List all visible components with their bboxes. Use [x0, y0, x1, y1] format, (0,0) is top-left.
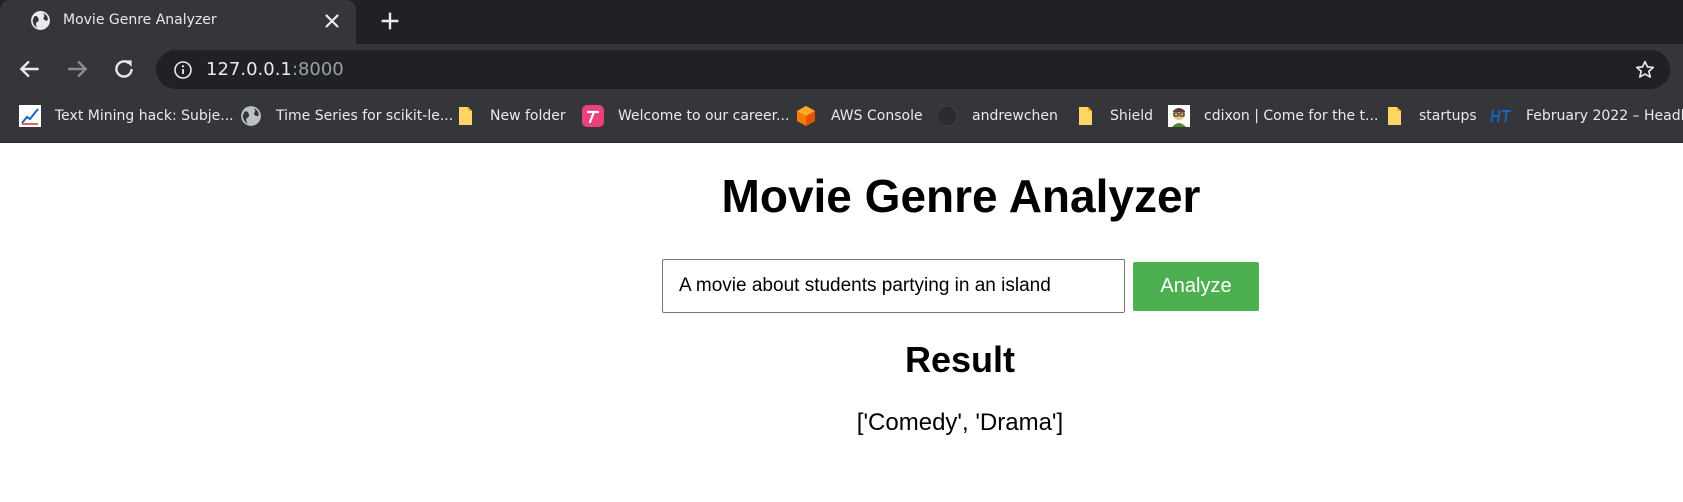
- url-text[interactable]: 127.0.0.1:8000: [206, 59, 344, 80]
- bookmark-startups[interactable]: startups: [1383, 104, 1477, 128]
- reload-icon[interactable]: [111, 56, 137, 82]
- globe-icon: [241, 106, 261, 126]
- close-icon[interactable]: [321, 10, 343, 32]
- ht-logo-icon: [1490, 110, 1511, 122]
- result-text: ['Comedy', 'Drama']: [856, 409, 1064, 436]
- bookmark-new-folder[interactable]: New folder: [454, 104, 566, 128]
- bookmarks-bar: Text Mining hack: Subje... Time Series f…: [0, 92, 1683, 143]
- url-host: 127.0.0.1: [206, 59, 292, 80]
- bookmark-label: Shield: [1110, 108, 1154, 124]
- bookmark-label: Text Mining hack: Subje...: [55, 108, 234, 124]
- globe-icon: [31, 11, 50, 30]
- result-heading: Result: [904, 339, 1016, 380]
- back-icon[interactable]: [17, 56, 43, 82]
- bookmark-label: Time Series for scikit-le...: [276, 108, 454, 124]
- bookmark-label: Welcome to our career...: [618, 108, 790, 124]
- bookmark-andrewchen[interactable]: andrewchen: [936, 104, 1058, 128]
- bookmark-label: AWS Console: [831, 108, 923, 124]
- bookmark-label: startups: [1419, 108, 1477, 124]
- analyze-button[interactable]: Analyze: [1133, 262, 1259, 311]
- cube-icon: [797, 106, 815, 126]
- bookmark-label: andrewchen: [972, 108, 1058, 124]
- chart-icon: [19, 105, 41, 127]
- forward-icon[interactable]: [64, 56, 90, 82]
- toolbar: 127.0.0.1:8000: [0, 44, 1683, 92]
- page-content: Movie Genre Analyzer Analyze Result ['Co…: [0, 143, 1683, 501]
- bookmark-february-2022[interactable]: February 2022 – Headla...: [1490, 104, 1683, 128]
- folder-icon: [459, 107, 472, 125]
- bookmark-aws-console[interactable]: AWS Console: [795, 104, 923, 128]
- circle-icon: [936, 105, 958, 127]
- bookmark-shield[interactable]: Shield: [1074, 104, 1153, 128]
- t-logo-icon: [582, 105, 604, 127]
- folder-icon: [1388, 107, 1401, 125]
- bookmark-text-mining[interactable]: Text Mining hack: Subje...: [19, 104, 234, 128]
- address-bar[interactable]: 127.0.0.1:8000: [156, 50, 1670, 89]
- star-icon[interactable]: [1634, 59, 1656, 81]
- url-port: :8000: [291, 59, 344, 80]
- bookmark-cdixon[interactable]: cdixon | Come for the t...: [1168, 104, 1378, 128]
- browser-tab[interactable]: Movie Genre Analyzer: [0, 0, 356, 44]
- info-icon[interactable]: [173, 60, 193, 80]
- new-tab-icon[interactable]: [378, 9, 402, 33]
- tab-strip: Movie Genre Analyzer: [0, 0, 1683, 44]
- folder-icon: [1079, 107, 1092, 125]
- bookmark-label: New folder: [490, 108, 566, 124]
- bookmark-label: cdixon | Come for the t...: [1204, 108, 1379, 124]
- bookmark-career[interactable]: Welcome to our career...: [582, 104, 789, 128]
- browser-chrome: Movie Genre Analyzer 127.0.0.1:8000 Text…: [0, 0, 1683, 143]
- page-title: Movie Genre Analyzer: [721, 170, 1201, 222]
- bookmark-label: February 2022 – Headla...: [1526, 108, 1683, 124]
- bookmark-time-series[interactable]: Time Series for scikit-le...: [240, 104, 453, 128]
- movie-description-input[interactable]: [662, 259, 1125, 313]
- avatar-icon: [1168, 105, 1190, 127]
- tab-title: Movie Genre Analyzer: [63, 12, 217, 28]
